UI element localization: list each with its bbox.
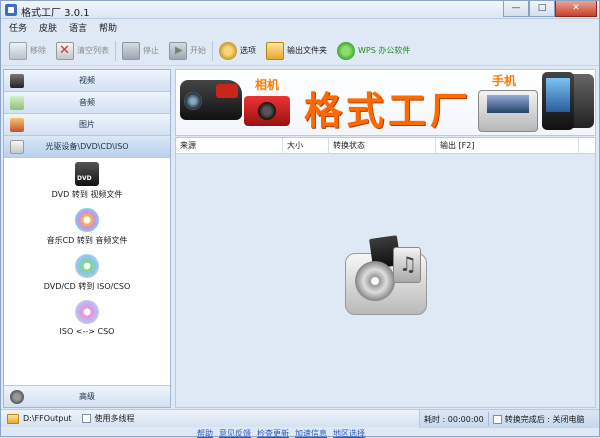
disc-to-iso-item[interactable]: DVD/CD 转到 ISO/CSO <box>4 254 170 300</box>
cd-to-audio-item[interactable]: 音乐CD 转到 音频文件 <box>4 208 170 254</box>
window-controls: — □ ✕ <box>503 1 597 17</box>
column-source[interactable]: 来源 <box>176 137 283 154</box>
dvd-to-video-item[interactable]: DVD 转到 视频文件 <box>4 162 170 208</box>
format-factory-logo-icon <box>341 233 431 321</box>
options-button[interactable]: 选项 <box>219 38 256 64</box>
menu-help[interactable]: 帮助 <box>99 21 117 34</box>
output-path[interactable]: D:\FFOutput <box>23 414 72 423</box>
category-disc[interactable]: 光驱设备\DVD\CD\ISO <box>4 136 170 158</box>
app-window: 格式工厂 3.0.1 — □ ✕ 任务 皮肤 语言 帮助 移除 清空列表 停止 … <box>0 0 600 438</box>
disc-item-label: DVD/CD 转到 ISO/CSO <box>43 282 131 291</box>
start-button[interactable]: 开始 <box>169 38 206 64</box>
disc-item-label: 音乐CD 转到 音频文件 <box>46 236 128 245</box>
phone-icon <box>478 90 538 132</box>
app-logo-icon <box>5 4 17 16</box>
banner-title: 格式工厂 <box>304 88 473 133</box>
iso-cso-item[interactable]: ISO <--> CSO <box>4 300 170 346</box>
video-icon <box>10 74 24 88</box>
clear-list-icon <box>56 41 74 60</box>
status-right: 耗时 : 00:00:00 转换完成后 : 关闭电脑 <box>419 410 599 428</box>
clear-list-label: 清空列表 <box>77 46 109 55</box>
iso-icon <box>75 254 99 278</box>
minimize-button[interactable]: — <box>503 1 529 17</box>
disc-item-label: DVD 转到 视频文件 <box>51 190 123 199</box>
wps-button[interactable]: WPS 办公软件 <box>337 38 410 64</box>
camcorder-accent <box>216 84 238 98</box>
wps-icon <box>337 41 355 60</box>
clear-list-button[interactable]: 清空列表 <box>56 38 109 64</box>
audio-icon <box>10 96 24 110</box>
column-output[interactable]: 输出 [F2] <box>436 137 579 154</box>
banner-phone-tag: 手机 <box>492 74 517 88</box>
menu-skin[interactable]: 皮肤 <box>39 21 57 34</box>
disc-icon <box>355 261 395 301</box>
toolbar-separator <box>212 40 213 61</box>
advanced-icon <box>10 390 24 404</box>
disc-item-label: ISO <--> CSO <box>59 327 115 336</box>
window-title: 格式工厂 3.0.1 <box>21 8 90 19</box>
category-label: 音频 <box>79 98 95 107</box>
toolbar: 移除 清空列表 停止 开始 选项 输出文件夹 WPS 办公软件 <box>1 36 599 66</box>
disc-tools-list: DVD 转到 视频文件 音乐CD 转到 音频文件 DVD/CD 转到 ISO/C… <box>4 158 170 385</box>
start-icon <box>169 41 187 60</box>
after-complete-label: 转换完成后 : 关闭电脑 <box>504 414 585 424</box>
multithread-checkbox[interactable] <box>81 414 91 423</box>
dvd-icon <box>75 162 99 186</box>
category-label: 图片 <box>79 120 95 129</box>
after-complete-checkbox[interactable] <box>492 414 502 424</box>
category-video[interactable]: 视频 <box>4 70 170 92</box>
disc-drive-icon <box>10 140 24 154</box>
status-bar: D:\FFOutput 使用多线程 耗时 : 00:00:00 转换完成后 : … <box>1 409 599 428</box>
stop-button[interactable]: 停止 <box>122 38 159 64</box>
banner-camera-tag: 相机 <box>255 78 280 92</box>
remove-label: 移除 <box>30 46 46 55</box>
column-status[interactable]: 转换状态 <box>329 137 436 154</box>
category-audio[interactable]: 音频 <box>4 92 170 114</box>
maximize-button[interactable]: □ <box>529 1 555 17</box>
task-list[interactable]: 来源 大小 转换状态 输出 [F2] <box>175 137 596 408</box>
category-picture[interactable]: 图片 <box>4 114 170 136</box>
start-label: 开始 <box>190 46 206 55</box>
category-sidebar: 视频 音频 图片 光驱设备\DVD\CD\ISO DVD 转到 视频文件 音乐C… <box>3 69 171 408</box>
multithread-label: 使用多线程 <box>94 414 135 423</box>
category-label: 视频 <box>79 76 95 85</box>
elapsed-time: 耗时 : 00:00:00 <box>424 414 484 424</box>
picture-icon <box>10 118 24 132</box>
menu-bar: 任务 皮肤 语言 帮助 <box>1 19 599 36</box>
camera-icon <box>244 96 290 126</box>
music-note-icon <box>393 247 421 283</box>
options-icon <box>219 41 237 60</box>
list-header: 来源 大小 转换状态 输出 [F2] <box>176 137 595 154</box>
output-folder-label: 输出文件夹 <box>287 46 327 55</box>
column-size[interactable]: 大小 <box>283 137 329 154</box>
options-label: 选项 <box>240 46 256 55</box>
ad-banner[interactable]: 相机 格式工厂 手机 <box>175 69 596 136</box>
column-filler <box>579 138 595 154</box>
stop-label: 停止 <box>143 46 159 55</box>
close-button[interactable]: ✕ <box>555 1 597 17</box>
music-cd-icon <box>75 208 99 232</box>
folder-icon <box>266 41 284 60</box>
remove-icon <box>9 41 27 60</box>
output-folder-icon[interactable] <box>7 413 19 424</box>
status-separator <box>487 412 489 426</box>
pda-icon <box>542 72 574 130</box>
title-bar: 格式工厂 3.0.1 — □ ✕ <box>1 1 599 19</box>
category-advanced[interactable]: 高级 <box>4 385 170 407</box>
wps-label: WPS 办公软件 <box>358 46 411 55</box>
cso-icon <box>75 300 99 324</box>
toolbar-separator <box>115 40 116 61</box>
category-label: 高级 <box>79 392 95 401</box>
stop-icon <box>122 41 140 60</box>
menu-tasks[interactable]: 任务 <box>9 21 27 34</box>
menu-language[interactable]: 语言 <box>69 21 87 34</box>
category-label: 光驱设备\DVD\CD\ISO <box>45 142 129 151</box>
remove-button[interactable]: 移除 <box>9 38 46 64</box>
output-folder-button[interactable]: 输出文件夹 <box>266 38 327 64</box>
